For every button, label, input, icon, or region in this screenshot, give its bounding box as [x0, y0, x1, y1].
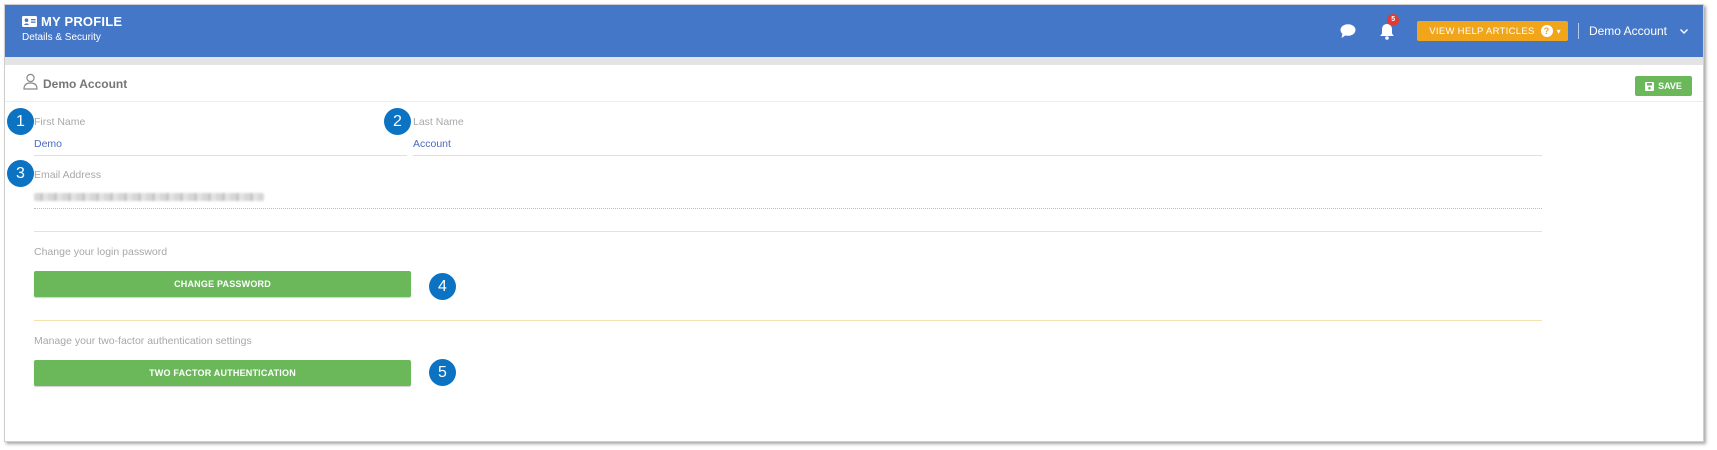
brand: MY PROFILE Details & Security — [22, 14, 122, 43]
page-subtitle: Details & Security — [22, 32, 101, 43]
last-name-label: Last Name — [413, 116, 464, 128]
save-label: SAVE — [1658, 81, 1682, 91]
section-divider-1 — [34, 231, 1542, 232]
account-name[interactable]: Demo Account — [1589, 24, 1667, 38]
section-divider-2 — [34, 320, 1542, 321]
callout-3: 3 — [7, 160, 34, 187]
help-chevron-down-icon: ▾ — [1556, 26, 1561, 36]
notification-badge: 5 — [1387, 14, 1400, 26]
first-name-label: First Name — [34, 116, 86, 128]
two-factor-description: Manage your two-factor authentication se… — [34, 335, 252, 347]
view-help-articles-button[interactable]: VIEW HELP ARTICLES ? ▾ — [1417, 21, 1568, 41]
top-right-controls: 5 VIEW HELP ARTICLES ? ▾ Demo Account — [1339, 5, 1703, 57]
callout-5: 5 — [429, 359, 456, 386]
two-factor-authentication-button[interactable]: TWO FACTOR AUTHENTICATION — [34, 360, 411, 386]
profile-window: MY PROFILE Details & Security 5 VIEW HEL… — [4, 4, 1704, 442]
header-divider — [1577, 23, 1579, 39]
page-title: MY PROFILE — [22, 14, 122, 29]
change-password-button[interactable]: CHANGE PASSWORD — [34, 271, 411, 297]
panel-header: Demo Account SAVE — [5, 65, 1703, 102]
help-button-label: VIEW HELP ARTICLES — [1429, 25, 1535, 37]
user-icon — [23, 73, 38, 90]
first-name-field[interactable]: Demo — [34, 138, 62, 150]
save-button[interactable]: SAVE — [1635, 76, 1692, 96]
id-card-icon — [22, 16, 37, 27]
floppy-disk-icon — [1645, 81, 1655, 91]
email-underline — [34, 208, 1542, 209]
panel-title: Demo Account — [43, 77, 128, 91]
header-strip — [5, 57, 1703, 65]
callout-1: 1 — [7, 108, 34, 135]
notifications-button[interactable]: 5 — [1377, 14, 1400, 41]
chat-icon[interactable] — [1339, 22, 1357, 40]
last-name-underline — [413, 155, 1542, 156]
question-icon: ? — [1540, 25, 1553, 37]
account-chevron-down-icon[interactable] — [1679, 26, 1689, 36]
top-bar: MY PROFILE Details & Security 5 VIEW HEL… — [5, 5, 1703, 57]
callout-4: 4 — [429, 273, 456, 300]
email-field-redacted[interactable] — [34, 193, 264, 201]
change-password-description: Change your login password — [34, 246, 168, 258]
email-label: Email Address — [34, 169, 102, 181]
page-title-text: MY PROFILE — [41, 14, 123, 29]
first-name-underline — [34, 155, 407, 156]
last-name-field[interactable]: Account — [413, 138, 451, 150]
callout-2: 2 — [384, 108, 411, 135]
